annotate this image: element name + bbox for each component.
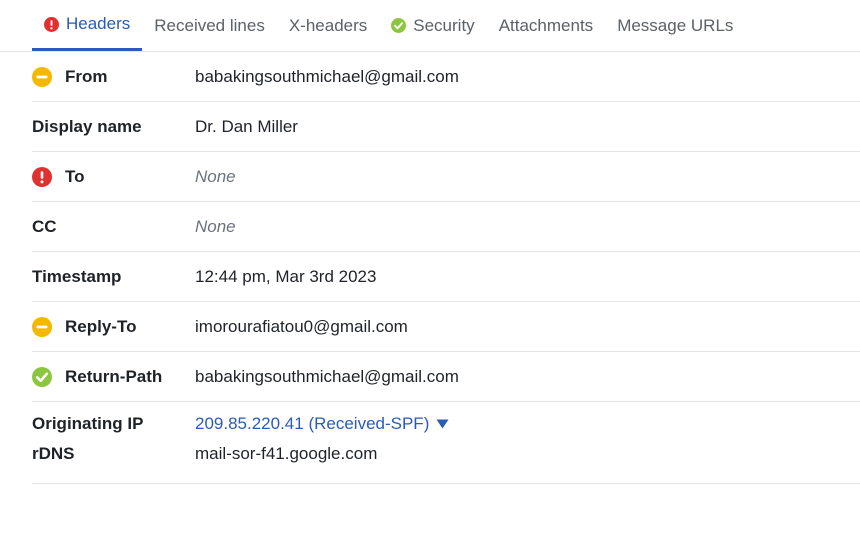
tab-label: Received lines [154,15,265,35]
error-icon [44,16,59,32]
tab-received-lines[interactable]: Received lines [142,0,277,51]
to-value: None [195,166,236,186]
error-icon [32,166,52,187]
rdns-value: mail-sor-f41.google.com [195,444,378,463]
row-label-wrap: Return-Path [32,366,195,387]
row-label: Return-Path [65,366,163,386]
tab-label: Attachments [498,15,594,35]
row-label-wrap: Display name [32,117,195,137]
check-icon [32,366,52,387]
tab-x-headers[interactable]: X-headers [277,0,379,51]
tab-label: Security [413,15,475,35]
timestamp-value: 12:44 pm, Mar 3rd 2023 [195,266,377,286]
row-label: From [65,66,108,86]
originating-ip-link[interactable]: 209.85.220.41 (Received-SPF) [195,414,449,434]
check-icon [391,18,407,33]
return-path-value: babakingsouthmichael@gmail.com [195,366,459,386]
row-from: From babakingsouthmichael@gmail.com [32,52,860,102]
tab-headers[interactable]: Headers [32,0,143,51]
row-label: Timestamp [32,266,122,286]
caret-down-icon [436,419,449,429]
row-label-wrap: CC [32,217,195,237]
row-label: To [65,166,85,186]
warning-icon [32,316,52,337]
ip-values: 209.85.220.41 (Received-SPF) mail-sor-f4… [195,414,449,464]
reply-to-value: imorourafiatou0@gmail.com [195,316,408,336]
tab-label: X-headers [288,15,368,35]
row-reply-to: Reply-To imorourafiatou0@gmail.com [32,302,860,352]
row-label-wrap: Reply-To [32,316,195,337]
row-label-wrap: To [32,166,195,187]
header-details: From babakingsouthmichael@gmail.com Disp… [0,52,860,484]
row-label-wrap: Originating IP rDNS [32,414,195,464]
tab-label: Headers [66,14,131,33]
row-label-wrap: Timestamp [32,267,195,287]
row-timestamp: Timestamp 12:44 pm, Mar 3rd 2023 [32,252,860,302]
originating-ip-value: 209.85.220.41 (Received-SPF) [195,414,430,433]
warning-icon [32,66,52,87]
row-label: Originating IP [32,414,144,433]
tab-label: Message URLs [617,15,734,35]
tab-security[interactable]: Security [379,0,486,51]
row-to: To None [32,152,860,202]
tab-message-urls[interactable]: Message URLs [605,0,745,51]
row-label-wrap: From [32,66,195,87]
row-label: rDNS [32,444,75,463]
row-label: Display name [32,116,142,136]
row-originating-ip: Originating IP rDNS 209.85.220.41 (Recei… [32,402,860,484]
display-name-value: Dr. Dan Miller [195,116,298,136]
row-return-path: Return-Path babakingsouthmichael@gmail.c… [32,352,860,402]
header-tabs: Headers Received lines X-headers Securit… [0,0,860,52]
tab-attachments[interactable]: Attachments [487,0,606,51]
row-cc: CC None [32,202,860,252]
row-label: CC [32,216,57,236]
row-display-name: Display name Dr. Dan Miller [32,102,860,152]
from-value: babakingsouthmichael@gmail.com [195,66,459,86]
cc-value: None [195,216,236,236]
row-label: Reply-To [65,316,137,336]
